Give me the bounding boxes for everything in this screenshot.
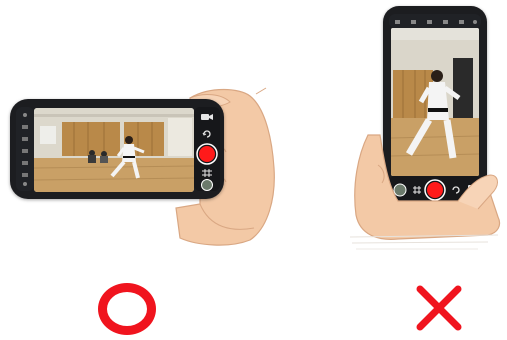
- hand-holding-portrait-phone: [349, 134, 501, 250]
- grid-icon[interactable]: [202, 169, 212, 177]
- landscape-phone: [10, 99, 224, 199]
- video-camera-icon[interactable]: [201, 113, 213, 121]
- landscape-camera-controls: [194, 107, 220, 191]
- gallery-thumbnail-icon[interactable]: [200, 179, 214, 191]
- phone-left-toolbar: [16, 107, 34, 191]
- phone-top-toolbar: [389, 14, 481, 28]
- incorrect-cross-mark: [416, 285, 462, 331]
- record-button[interactable]: [196, 143, 218, 165]
- illustration: [0, 0, 507, 340]
- rotate-camera-icon[interactable]: [202, 129, 212, 139]
- correct-circle-mark: [98, 283, 156, 335]
- landscape-camera-preview: [34, 108, 194, 192]
